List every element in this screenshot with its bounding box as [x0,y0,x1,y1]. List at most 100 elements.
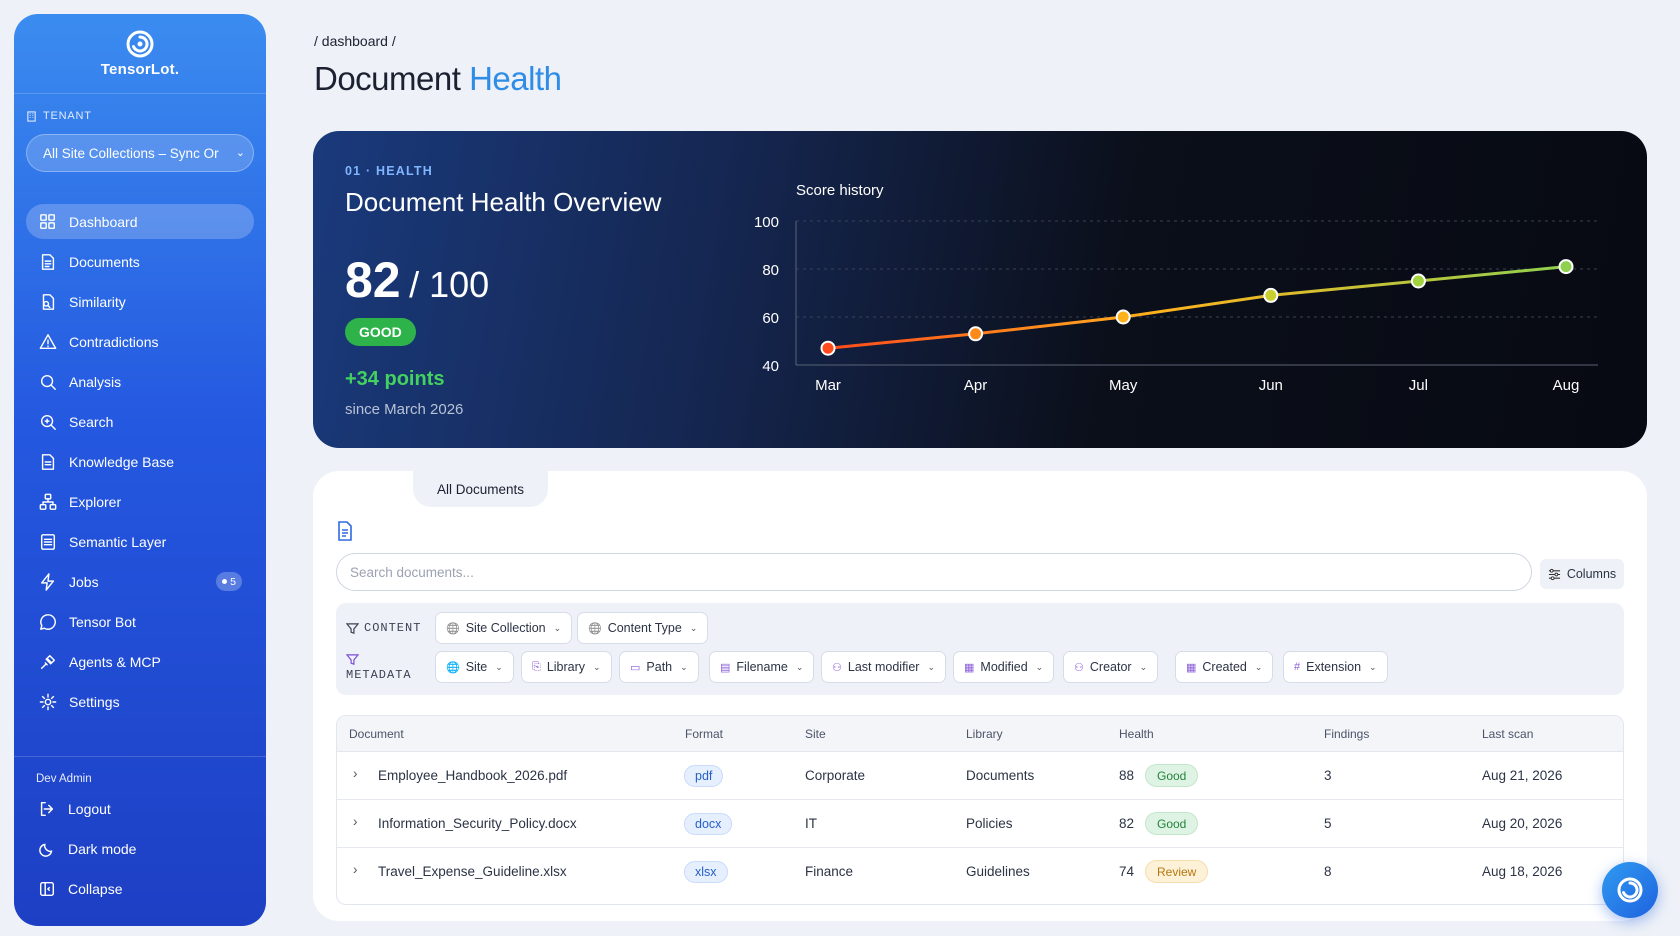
column-header-last-scan[interactable]: Last scan [1482,727,1533,741]
zoom-icon [40,414,56,430]
filter-chip-extension[interactable]: # Extension ⌄ [1283,651,1388,683]
sidebar-item-settings[interactable]: Settings [26,684,254,719]
sidebar-item-similarity[interactable]: Similarity [26,284,254,319]
chevron-down-icon: ⌄ [927,661,935,672]
dark-mode-toggle[interactable]: Dark mode [26,831,254,867]
sidebar-item-documents[interactable]: Documents [26,244,254,279]
filter-chip-filename[interactable]: ▤ Filename ⌄ [709,651,815,683]
user-icon: ⚇ [832,661,842,674]
sidebar-item-agents-mcp[interactable]: Agents & MCP [26,644,254,679]
globe-icon: 🌐 [446,622,460,635]
bolt-icon [40,572,55,591]
logout-button[interactable]: Logout [26,791,254,827]
data-point[interactable] [1263,287,1279,303]
document-name[interactable]: Travel_Expense_Guideline.xlsx [378,864,567,879]
globe-icon: 🌐 [588,622,602,635]
sidebar-footer: Dev Admin Logout Dark mode Collapse [14,756,266,926]
sidebar-item-label: Documents [69,253,140,270]
expand-chevron-icon[interactable]: › [353,814,358,829]
tensor-bot-fab[interactable] [1602,862,1658,918]
filter-chip-content-type[interactable]: 🌐 Content Type ⌄ [577,612,709,644]
tab-all-documents[interactable]: All Documents [413,471,548,507]
expand-chevron-icon[interactable]: › [353,862,358,877]
sidebar-item-label: Knowledge Base [69,453,175,470]
badge-count: 5 [230,575,236,588]
chevron-down-icon: ⌄ [495,661,503,672]
filter-chip-label: Content Type [607,621,682,635]
document-name[interactable]: Employee_Handbook_2026.pdf [378,768,567,783]
site-cell: IT [805,816,817,831]
library-icon: ⎘ [532,660,541,673]
table-row[interactable]: › Information_Security_Policy.docx docx IT P… [337,800,1623,848]
sidebar-item-contradictions[interactable]: Contradictions [26,324,254,359]
last-scan-cell: Aug 21, 2026 [1482,768,1563,783]
brand-name: TensorLot. [100,61,180,78]
sidebar-item-search[interactable]: Search [26,404,254,439]
sidebar-item-label: Dashboard [69,213,138,230]
last-scan-cell: Aug 20, 2026 [1482,816,1563,831]
sidebar-item-label: Jobs [69,573,99,590]
filter-chip-site[interactable]: 🌐 Site ⌄ [435,651,514,683]
filter-chip-created[interactable]: ▦ Created ⌄ [1175,651,1274,683]
column-header-health[interactable]: Health [1119,727,1154,741]
data-point[interactable] [1410,273,1426,289]
tenant-select[interactable]: All Site Collections – Sync Or ⌄ [26,134,254,172]
page-title-accent: Health [469,60,562,97]
filter-chip-path[interactable]: ▭ Path ⌄ [619,651,699,683]
sidebar-item-jobs[interactable]: Jobs 5 [26,564,254,599]
jobs-count-badge: 5 [216,572,242,591]
x-tick-label: Aug [1553,377,1580,394]
logout-icon [40,801,54,817]
sidebar-item-semantic-layer[interactable]: Semantic Layer [26,524,254,559]
overview-title: Document Health Overview [345,187,662,217]
expand-chevron-icon[interactable]: › [353,766,358,781]
columns-button[interactable]: Columns [1540,559,1624,589]
filter-chip-last-modifier[interactable]: ⚇ Last modifier ⌄ [821,651,946,683]
collapse-button[interactable]: Collapse [26,871,254,907]
content-filter-label: CONTENT [346,621,421,635]
health-score-cell: 82 [1119,816,1135,831]
sidebar-item-label: Analysis [69,373,122,390]
filter-chip-library[interactable]: ⎘ Library ⌄ [521,651,612,683]
sliders-icon [1548,568,1560,580]
y-tick-label: 100 [754,214,779,231]
chart-svg: Score history 40 60 80 100 Mar Apr May Jun Jul Aug [754,182,1598,394]
library-cell: Documents [966,768,1035,783]
column-header-library[interactable]: Library [966,727,1003,741]
column-header-format[interactable]: Format [685,727,723,741]
sidebar-item-knowledge-base[interactable]: Knowledge Base [26,444,254,479]
data-point[interactable] [968,326,984,342]
score-max: / 100 [409,264,490,305]
site-cell: Finance [805,864,854,879]
breadcrumb[interactable]: / dashboard / [314,33,396,49]
brand[interactable]: TensorLot. [14,14,266,94]
data-point[interactable] [820,340,836,356]
sidebar-item-label: Semantic Layer [69,533,167,550]
sidebar-item-dashboard[interactable]: Dashboard [26,204,254,239]
filter-chip-site-collection[interactable]: 🌐 Site Collection ⌄ [435,612,573,644]
data-point[interactable] [1558,259,1574,275]
documents-panel: All Documents Search documents... Column… [313,471,1647,921]
filter-chip-modified[interactable]: ▦ Modified ⌄ [953,651,1055,683]
chevron-down-icon: ⌄ [1369,661,1377,672]
column-header-site[interactable]: Site [805,727,826,741]
tenant-select-value: All Site Collections – Sync Or [43,145,219,161]
warning-icon [39,333,57,349]
document-name[interactable]: Information_Security_Policy.docx [378,816,577,831]
sidebar-item-tensor-bot[interactable]: Tensor Bot [26,604,254,639]
search-input[interactable]: Search documents... [336,553,1532,591]
filter-chip-creator[interactable]: ⚇ Creator ⌄ [1063,651,1159,683]
column-header-findings[interactable]: Findings [1324,727,1369,741]
filter-chip-label: Last modifier [847,660,920,674]
section-kicker: 01 · HEALTH [345,164,433,178]
chevron-down-icon: ⌄ [235,147,245,159]
table-row[interactable]: › Travel_Expense_Guideline.xlsx xlsx Financ… [337,848,1623,896]
table-row[interactable]: › Employee_Handbook_2026.pdf pdf Corporate D… [337,752,1623,800]
logo-icon [1617,877,1643,903]
sidebar-item-explorer[interactable]: Explorer [26,484,254,519]
column-header-document[interactable]: Document [349,727,404,741]
status-badge: GOOD [345,318,416,346]
data-point[interactable] [1115,309,1131,325]
sidebar-item-analysis[interactable]: Analysis [26,364,254,399]
filter-chip-label: Extension [1306,660,1362,674]
